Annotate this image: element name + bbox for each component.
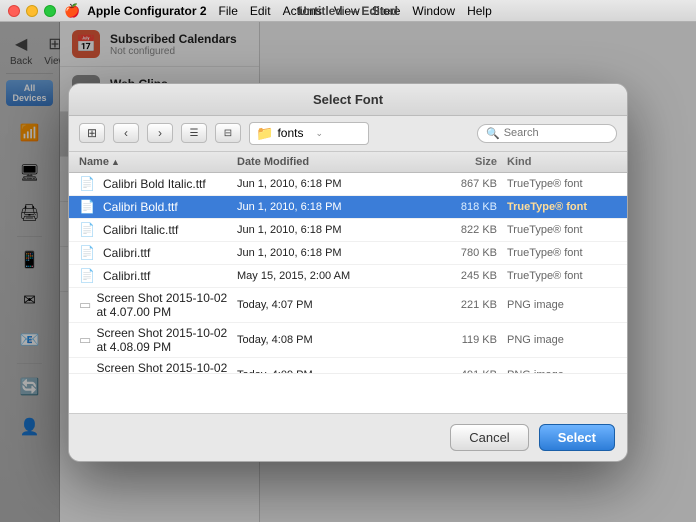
title-bar: 🍎 Apple Configurator 2 File Edit Actions… [0, 0, 696, 22]
file-name-cell: 📄 Calibri Bold Italic.ttf [79, 176, 237, 192]
file-date-cell: Today, 4:08 PM [237, 334, 417, 346]
table-row[interactable]: 📄 Calibri Bold Italic.ttf Jun 1, 2010, 6… [69, 173, 627, 196]
col-header-kind[interactable]: Kind [497, 156, 617, 168]
modal-title: Select Font [313, 92, 383, 107]
file-kind-cell: TrueType® font [497, 201, 617, 213]
modal-toolbar: ⊞ ‹ › ☰ ⊟ 📁 fonts ⌄ 🔍 [69, 116, 627, 152]
table-row[interactable]: 📄 Calibri.ttf May 15, 2015, 2:00 AM 245 … [69, 265, 627, 288]
file-name-text: Calibri Bold.ttf [103, 200, 178, 214]
file-kind-cell: PNG image [497, 369, 617, 373]
menu-file[interactable]: File [214, 4, 243, 18]
file-size-cell: 818 KB [417, 201, 497, 213]
sort-arrow-icon: ▲ [111, 157, 120, 167]
file-name-text: Calibri.ttf [103, 246, 150, 260]
file-size-cell: 822 KB [417, 224, 497, 236]
app-name-menu[interactable]: Apple Configurator 2 [82, 4, 211, 18]
file-date-cell: Jun 1, 2010, 6:18 PM [237, 201, 417, 213]
chevron-down-icon: ⌄ [315, 128, 323, 139]
grid-view-button[interactable]: ⊟ [215, 123, 241, 143]
file-icon: 📄 [79, 268, 99, 284]
table-row[interactable]: 📄 Calibri.ttf Jun 1, 2010, 6:18 PM 780 K… [69, 242, 627, 265]
file-name-cell: ▭ Screen Shot 2015-10-02 at 4.07.00 PM [79, 291, 237, 319]
file-name-cell: 📄 Calibri.ttf [79, 268, 237, 284]
file-date-cell: Today, 4:09 PM [237, 369, 417, 373]
file-size-cell: 491 KB [417, 369, 497, 373]
file-icon: 📄 [79, 176, 99, 192]
file-kind-cell: TrueType® font [497, 224, 617, 236]
col-header-date[interactable]: Date Modified [237, 156, 417, 168]
folder-icon: 📁 [256, 125, 273, 142]
col-header-name[interactable]: Name ▲ [79, 156, 237, 168]
modal-title-bar: Select Font [69, 84, 627, 116]
folder-selector[interactable]: 📁 fonts ⌄ [249, 122, 369, 145]
file-date-cell: Jun 1, 2010, 6:18 PM [237, 178, 417, 190]
file-size-cell: 780 KB [417, 247, 497, 259]
maximize-button[interactable] [44, 5, 56, 17]
traffic-lights[interactable] [8, 5, 56, 17]
file-kind-cell: TrueType® font [497, 178, 617, 190]
file-size-cell: 221 KB [417, 299, 497, 311]
file-name-text: Calibri Italic.ttf [103, 223, 178, 237]
minimize-button[interactable] [26, 5, 38, 17]
select-font-modal: Select Font ⊞ ‹ › ☰ ⊟ 📁 fonts ⌄ 🔍 [68, 83, 628, 462]
forward-nav-button[interactable]: › [147, 123, 173, 143]
search-input[interactable] [504, 127, 608, 139]
file-name-cell: 📄 Calibri Bold.ttf [79, 199, 237, 215]
file-icon: ▭ [79, 332, 92, 348]
file-kind-cell: TrueType® font [497, 270, 617, 282]
file-name-cell: 📄 Calibri Italic.ttf [79, 222, 237, 238]
file-kind-cell: TrueType® font [497, 247, 617, 259]
table-row[interactable]: ▭ Screen Shot 2015-10-02 at 4.09.11 PM T… [69, 358, 627, 373]
file-size-cell: 867 KB [417, 178, 497, 190]
search-box[interactable]: 🔍 [477, 124, 617, 143]
file-kind-cell: PNG image [497, 299, 617, 311]
file-size-cell: 119 KB [417, 334, 497, 346]
column-view-button[interactable]: ⊞ [79, 123, 105, 143]
file-date-cell: Jun 1, 2010, 6:18 PM [237, 224, 417, 236]
file-kind-cell: PNG image [497, 334, 617, 346]
file-name-text: Screen Shot 2015-10-02 at 4.09.11 PM [97, 361, 237, 373]
window-title: Untitled — Edited [298, 4, 398, 18]
select-button[interactable]: Select [539, 424, 615, 451]
file-icon: 📄 [79, 199, 99, 215]
menu-help[interactable]: Help [462, 4, 497, 18]
list-view-button[interactable]: ☰ [181, 123, 207, 143]
file-icon: 📄 [79, 245, 99, 261]
file-date-cell: Jun 1, 2010, 6:18 PM [237, 247, 417, 259]
menu-window[interactable]: Window [407, 4, 460, 18]
file-date-cell: May 15, 2015, 2:00 AM [237, 270, 417, 282]
folder-name: fonts [277, 126, 303, 140]
file-name-text: Calibri Bold Italic.ttf [103, 177, 206, 191]
file-name-cell: 📄 Calibri.ttf [79, 245, 237, 261]
file-list-empty-area [69, 373, 627, 413]
search-icon: 🔍 [486, 127, 500, 140]
file-list-header: Name ▲ Date Modified Size Kind [69, 152, 627, 173]
file-icon: ▭ [79, 367, 93, 373]
cancel-button[interactable]: Cancel [450, 424, 528, 451]
modal-overlay: Select Font ⊞ ‹ › ☰ ⊟ 📁 fonts ⌄ 🔍 [0, 22, 696, 522]
col-header-size[interactable]: Size [417, 156, 497, 168]
modal-footer: Cancel Select [69, 413, 627, 461]
file-name-cell: ▭ Screen Shot 2015-10-02 at 4.08.09 PM [79, 326, 237, 354]
table-row[interactable]: ▭ Screen Shot 2015-10-02 at 4.07.00 PM T… [69, 288, 627, 323]
back-nav-button[interactable]: ‹ [113, 123, 139, 143]
file-name-text: Screen Shot 2015-10-02 at 4.07.00 PM [96, 291, 237, 319]
file-size-cell: 245 KB [417, 270, 497, 282]
menu-edit[interactable]: Edit [245, 4, 276, 18]
file-name-cell: ▭ Screen Shot 2015-10-02 at 4.09.11 PM [79, 361, 237, 373]
file-name-text: Screen Shot 2015-10-02 at 4.08.09 PM [96, 326, 237, 354]
file-name-text: Calibri.ttf [103, 269, 150, 283]
close-button[interactable] [8, 5, 20, 17]
file-icon: 📄 [79, 222, 99, 238]
table-row[interactable]: 📄 Calibri Italic.ttf Jun 1, 2010, 6:18 P… [69, 219, 627, 242]
file-icon: ▭ [79, 297, 92, 313]
file-date-cell: Today, 4:07 PM [237, 299, 417, 311]
file-list: 📄 Calibri Bold Italic.ttf Jun 1, 2010, 6… [69, 173, 627, 373]
table-row[interactable]: ▭ Screen Shot 2015-10-02 at 4.08.09 PM T… [69, 323, 627, 358]
table-row[interactable]: 📄 Calibri Bold.ttf Jun 1, 2010, 6:18 PM … [69, 196, 627, 219]
